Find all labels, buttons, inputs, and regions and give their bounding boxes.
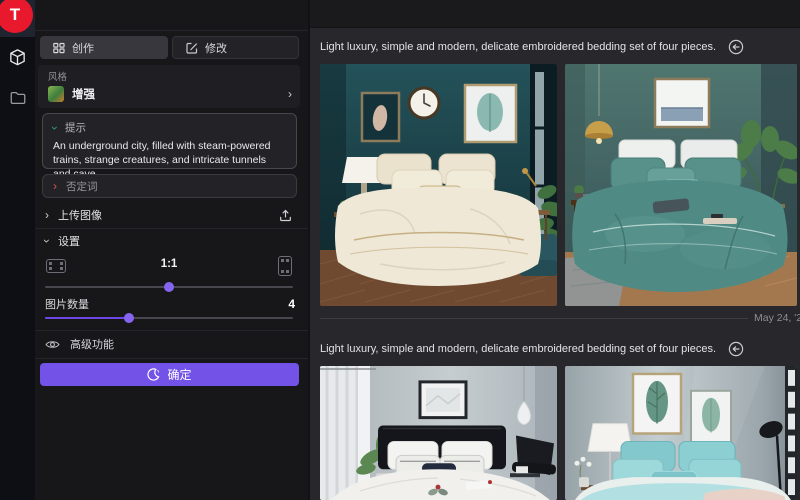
chevron-right-icon: › (288, 88, 292, 100)
style-row: 增强 › (48, 83, 292, 105)
divider-line (320, 318, 748, 319)
upload-icon[interactable] (279, 209, 292, 222)
negative-words-label: 否定词 (66, 179, 98, 194)
gallery-main: Light luxury, simple and modern, delicat… (308, 0, 800, 500)
confirm-button[interactable]: 确定 (40, 363, 299, 386)
date-divider: May 24, '24 (320, 311, 800, 325)
upload-image-label: 上传图像 (58, 207, 102, 223)
image-row (320, 64, 798, 306)
crescent-moon-icon (147, 368, 160, 381)
tab-create[interactable]: 创作 (40, 36, 168, 59)
panel-divider (35, 330, 308, 331)
generated-image[interactable] (320, 64, 557, 306)
tab-edit-label: 修改 (205, 40, 227, 56)
reuse-prompt-icon[interactable] (728, 39, 744, 55)
negative-words-section[interactable]: › 否定词 (42, 174, 297, 198)
generated-image[interactable] (565, 366, 797, 500)
image-count-row: 图片数量 4 (45, 296, 295, 312)
edit-pencil-icon (186, 42, 198, 54)
image-count-value: 4 (288, 297, 295, 311)
portrait-ratio-icon[interactable] (278, 256, 292, 276)
advanced-features-label: 高级功能 (70, 336, 114, 352)
style-thumbnail (48, 86, 64, 102)
style-card[interactable]: 风格 增强 › (38, 65, 300, 108)
tab-edit[interactable]: 修改 (172, 36, 299, 59)
aspect-ratio-slider[interactable] (45, 281, 293, 293)
aspect-ratio-value: 1:1 (38, 258, 300, 270)
generated-image[interactable] (565, 64, 797, 306)
eye-icon (45, 339, 60, 350)
chevron-down-icon: › (41, 239, 53, 243)
gallery-top-strip (310, 0, 800, 28)
generation-prompt-bar: Light luxury, simple and modern, delicat… (320, 36, 798, 58)
image-count-label: 图片数量 (45, 296, 89, 312)
panel-divider (35, 30, 308, 31)
generation-prompt-text: Light luxury, simple and modern, delicat… (320, 41, 716, 53)
avatar-letter: T (10, 5, 20, 25)
upload-image-section[interactable]: › 上传图像 (38, 204, 300, 226)
generation-prompt-text: Light luxury, simple and modern, delicat… (320, 343, 716, 355)
style-label: 风格 (48, 69, 67, 83)
advanced-features-toggle[interactable]: 高级功能 (38, 335, 300, 353)
slider-thumb[interactable] (164, 282, 174, 292)
reuse-prompt-icon[interactable] (728, 341, 744, 357)
chevron-right-icon: › (53, 180, 57, 192)
grid-icon (53, 42, 65, 54)
confirm-button-label: 确定 (167, 366, 191, 383)
prompt-card[interactable]: › 提示 An underground city, filled with st… (42, 113, 297, 169)
tab-create-label: 创作 (72, 40, 94, 56)
image-row (320, 366, 798, 500)
generation-prompt-bar: Light luxury, simple and modern, delicat… (320, 338, 798, 360)
slider-fill (45, 317, 129, 319)
image-count-slider[interactable] (45, 312, 293, 324)
prompt-header: › 提示 (53, 120, 286, 135)
generate-nav-cube-icon[interactable] (7, 47, 28, 68)
slider-thumb[interactable] (124, 313, 134, 323)
generation-date: May 24, '24 (754, 312, 800, 324)
icon-rail: T (0, 0, 35, 500)
app-window: T 创作 修改 风格 增强 (0, 0, 800, 500)
style-value: 增强 (72, 86, 280, 102)
control-panel: 创作 修改 风格 增强 › › 提示 An underground city, … (35, 0, 308, 500)
assets-nav-folder-icon[interactable] (7, 87, 28, 108)
aspect-ratio-row: 1:1 (38, 254, 300, 280)
settings-label: 设置 (58, 233, 80, 249)
panel-divider (35, 358, 308, 359)
generated-image[interactable] (320, 366, 557, 500)
chevron-down-icon: › (49, 126, 61, 130)
settings-section-header[interactable]: › 设置 (38, 232, 300, 250)
prompt-label: 提示 (65, 120, 86, 135)
chevron-right-icon: › (45, 209, 49, 221)
panel-divider (35, 228, 308, 229)
